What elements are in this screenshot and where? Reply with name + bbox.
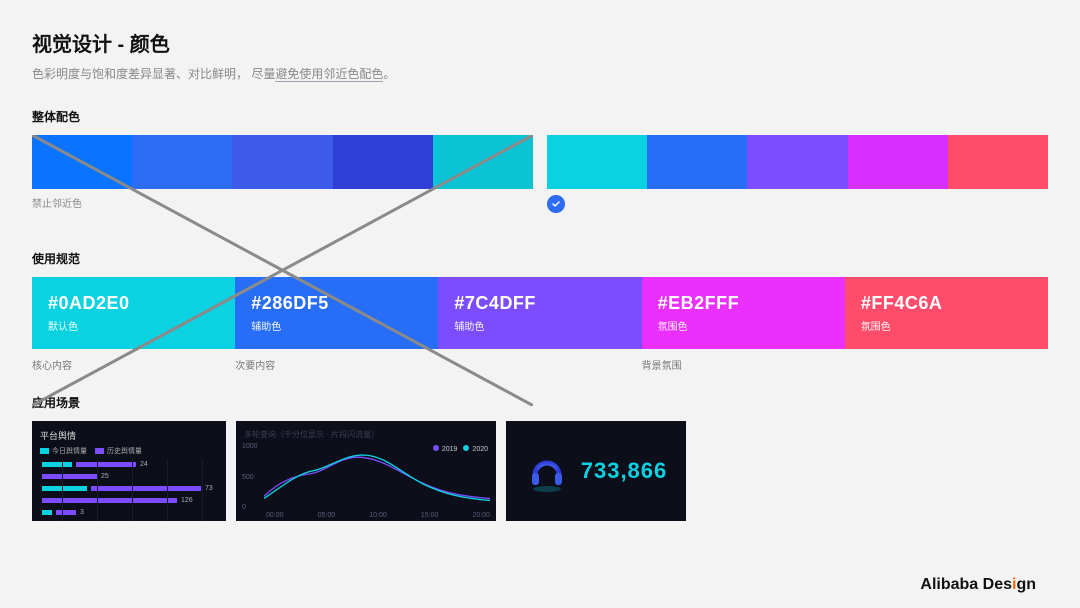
bar-value-label: 73 (205, 485, 213, 492)
swatch (232, 135, 332, 189)
color-role: 氛围色 (861, 318, 1032, 333)
bar-row: 3 (42, 508, 218, 516)
brand-text: gn (1016, 576, 1036, 593)
bar-row: 25 (42, 472, 218, 480)
section-label-usage: 使用规范 (32, 250, 1048, 267)
scene1-bars: 24 25 73 126 3 (42, 460, 218, 521)
swatch (848, 135, 948, 189)
legend-label: 历史舆情量 (107, 446, 142, 456)
swatch (547, 135, 647, 189)
palette-strip-forbidden (32, 135, 533, 189)
bar-value-label: 126 (181, 497, 193, 504)
palette-strip-recommended (547, 135, 1048, 189)
y-tick: 1000 (242, 443, 258, 450)
section-label-scenes: 应用场景 (32, 394, 1048, 411)
scene2-faint-title: 多轮查询（千分位显示 · 片段闪流量） (244, 429, 488, 440)
color-hex: #286DF5 (251, 293, 422, 314)
legend-chip-icon (40, 448, 49, 454)
legend-item: 今日舆情量 (40, 446, 87, 456)
bar-row: 126 (42, 496, 218, 504)
x-axis: 00:00 05:00 10:00 15:00 20:00 (266, 512, 490, 519)
bar-row: 73 (42, 484, 218, 492)
caption-secondary: 次要内容 (235, 357, 438, 372)
y-tick: 0 (242, 504, 258, 511)
scene-metric: 733,866 (506, 421, 686, 521)
y-axis: 1000 500 0 (242, 443, 258, 511)
caption-background: 背景氛围 (642, 357, 845, 372)
usage-block: #EB2FFF 氛围色 (642, 277, 845, 349)
color-role: 辅助色 (454, 318, 625, 333)
usage-row: #0AD2E0 默认色 #286DF5 辅助色 #7C4DFF 辅助色 #EB2… (32, 277, 1048, 349)
x-tick: 20:00 (472, 512, 490, 519)
color-role: 氛围色 (658, 318, 829, 333)
bar-row: 24 (42, 460, 218, 468)
caption-empty (438, 357, 641, 372)
usage-block: #0AD2E0 默认色 (32, 277, 235, 349)
scene-bar-chart: 平台舆情 今日舆情量 历史舆情量 24 25 73 126 3 (32, 421, 226, 521)
subtitle-text: 色彩明度与饱和度差异显著、对比鲜明， 尽量 (32, 67, 275, 81)
legend-label: 今日舆情量 (52, 446, 87, 456)
bar-segment (42, 510, 52, 515)
swatch (647, 135, 747, 189)
metric-value: 733,866 (581, 458, 668, 484)
color-hex: #7C4DFF (454, 293, 625, 314)
palette-forbidden-label: 禁止邻近色 (32, 195, 533, 210)
palette-row: 禁止邻近色 (32, 135, 1048, 210)
section-label-palette: 整体配色 (32, 108, 1048, 125)
scene1-title: 平台舆情 (40, 429, 218, 442)
page: 视觉设计 - 颜色 色彩明度与饱和度差异显著、对比鲜明， 尽量避免使用邻近色配色… (0, 0, 1080, 608)
swatch (132, 135, 232, 189)
x-tick: 00:00 (266, 512, 284, 519)
page-title: 视觉设计 - 颜色 (32, 28, 1048, 57)
caption-core: 核心内容 (32, 357, 235, 372)
caption-empty (845, 357, 1048, 372)
legend-item: 历史舆情量 (95, 446, 142, 456)
bar-value-label: 3 (80, 509, 84, 516)
color-hex: #EB2FFF (658, 293, 829, 314)
usage-block: #FF4C6A 氛围色 (845, 277, 1048, 349)
legend-chip-icon (95, 448, 104, 454)
scene-line-chart: 多轮查询（千分位显示 · 片段闪流量） 2019 2020 1000 500 0… (236, 421, 496, 521)
color-role: 辅助色 (251, 318, 422, 333)
color-role: 默认色 (48, 318, 219, 333)
color-hex: #0AD2E0 (48, 293, 219, 314)
swatch (433, 135, 533, 189)
swatch (948, 135, 1048, 189)
swatch (333, 135, 433, 189)
scene1-legend: 今日舆情量 历史舆情量 (40, 446, 218, 456)
x-tick: 05:00 (318, 512, 336, 519)
usage-captions: 核心内容 次要内容 背景氛围 (32, 357, 1048, 372)
x-tick: 10:00 (369, 512, 387, 519)
swatch (32, 135, 132, 189)
swatch (747, 135, 847, 189)
usage-block: #286DF5 辅助色 (235, 277, 438, 349)
color-hex: #FF4C6A (861, 293, 1032, 314)
bar-value-label: 25 (101, 473, 109, 480)
subtitle-underlined: 避免使用邻近色配色 (275, 67, 383, 82)
brand-text: Alibaba Des (920, 576, 1012, 593)
bar-segment (91, 486, 201, 491)
bar-value-label: 24 (140, 461, 148, 468)
bar-segment (42, 474, 97, 479)
check-icon (547, 195, 565, 213)
page-subtitle: 色彩明度与饱和度差异显著、对比鲜明， 尽量避免使用邻近色配色。 (32, 65, 1048, 82)
y-tick: 500 (242, 474, 258, 481)
bar-segment (42, 486, 87, 491)
bar-segment (42, 462, 72, 467)
usage-block: #7C4DFF 辅助色 (438, 277, 641, 349)
scene2-lines (264, 445, 490, 507)
bar-segment (76, 462, 136, 467)
x-tick: 15:00 (421, 512, 439, 519)
headphones-icon (525, 449, 569, 493)
scenes-row: 平台舆情 今日舆情量 历史舆情量 24 25 73 126 3 多轮查询（千分位显示 ·… (32, 421, 1048, 521)
bar-segment (56, 510, 76, 515)
subtitle-after: 。 (383, 67, 395, 81)
brand-logo: Alibaba Design (920, 576, 1036, 594)
